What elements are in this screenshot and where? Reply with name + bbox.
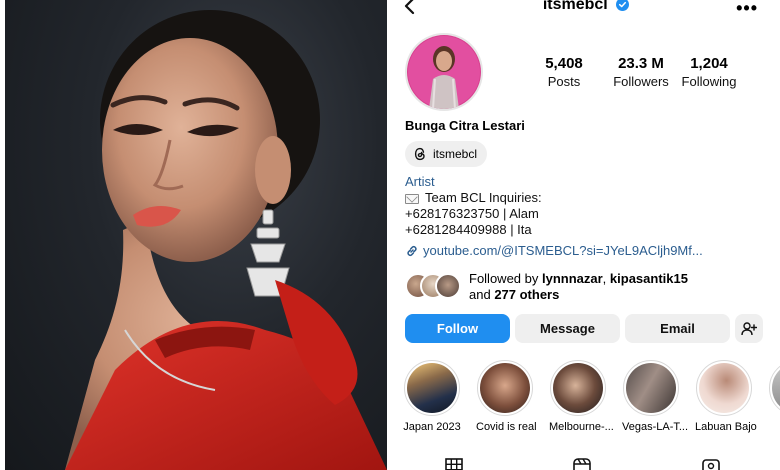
- story-highlight[interactable]: D: [768, 360, 780, 433]
- posts-label: Posts: [547, 74, 581, 89]
- avatar-image: [407, 35, 481, 109]
- top-bar: itsmebcl •••: [392, 0, 780, 18]
- highlight-ring: [477, 360, 533, 416]
- add-user-icon: [741, 321, 757, 335]
- portrait-illustration: [65, 10, 387, 470]
- highlight-cover: [626, 363, 676, 413]
- threads-chip[interactable]: itsmebcl: [405, 141, 488, 167]
- portrait-photo: [5, 0, 387, 470]
- story-highlight[interactable]: Japan 2023: [403, 360, 461, 433]
- story-highlight[interactable]: Covid is real: [476, 360, 537, 433]
- profile-avatar[interactable]: [405, 33, 483, 111]
- profile-link-text[interactable]: youtube.com/@ITSMEBCL?si=JYeL9ACljh9Mf..…: [423, 243, 703, 258]
- bio-line-inquiries: Team BCL Inquiries:: [405, 190, 542, 205]
- stat-following[interactable]: 1,204 Following: [679, 55, 739, 89]
- highlight-ring: [769, 360, 780, 416]
- display-name: Bunga Citra Lestari: [405, 118, 525, 133]
- followers-label: Followers: [613, 74, 669, 89]
- profile-tabs: [392, 455, 780, 470]
- highlight-cover: [772, 363, 780, 413]
- highlight-cover: [407, 363, 457, 413]
- mutual-avatar: [435, 273, 461, 299]
- highlight-ring: [550, 360, 606, 416]
- highlight-label: Labuan Bajo: [695, 421, 757, 433]
- highlight-label: D: [768, 421, 780, 433]
- profile-panel: itsmebcl ••• 5,408 Posts 23.3 M Follower…: [392, 0, 780, 470]
- highlight-label: Covid is real: [476, 421, 537, 433]
- followed-by-prefix: Followed by: [469, 271, 542, 286]
- stat-followers[interactable]: 23.3 M Followers: [604, 55, 678, 89]
- suggested-users-button[interactable]: [735, 314, 763, 343]
- username: itsmebcl: [542, 0, 608, 13]
- highlight-label: Vegas-LA-T...: [622, 421, 689, 433]
- email-button[interactable]: Email: [625, 314, 730, 343]
- stat-posts[interactable]: 5,408 Posts: [540, 55, 588, 89]
- bio-line-phone-ita: +6281284409988 | Ita: [405, 222, 532, 237]
- highlight-label: Japan 2023: [403, 421, 461, 433]
- message-button[interactable]: Message: [515, 314, 620, 343]
- following-label: Following: [681, 74, 737, 89]
- followed-by-text: Followed by lynnnazar, kipasantik15 and …: [469, 271, 688, 303]
- mutual-others-count[interactable]: 277 others: [494, 287, 559, 302]
- followed-by-and: and: [469, 287, 495, 302]
- story-highlight[interactable]: Labuan Bajo: [695, 360, 757, 433]
- username-header: itsmebcl: [392, 0, 780, 14]
- mutual-avatars: [405, 273, 463, 301]
- highlight-label: Melbourne-...: [549, 421, 614, 433]
- mutual-user-2[interactable]: kipasantik15: [610, 271, 688, 286]
- bio-text: Team BCL Inquiries:: [425, 190, 542, 205]
- profile-link[interactable]: youtube.com/@ITSMEBCL?si=JYeL9ACljh9Mf..…: [405, 243, 703, 258]
- grid-icon[interactable]: [445, 458, 463, 470]
- followed-by-separator: ,: [602, 271, 610, 286]
- highlight-ring: [623, 360, 679, 416]
- verified-badge-icon: [616, 0, 630, 12]
- posts-count: 5,408: [545, 55, 583, 72]
- threads-handle: itsmebcl: [433, 147, 478, 161]
- tagged-icon[interactable]: [702, 458, 720, 470]
- threads-icon: [414, 147, 425, 161]
- profile-category: Artist: [405, 174, 435, 189]
- mutual-user-1[interactable]: lynnnazar: [542, 271, 603, 286]
- highlight-ring: [404, 360, 460, 416]
- reels-icon[interactable]: [573, 458, 591, 470]
- highlight-ring: [696, 360, 752, 416]
- followed-by-row[interactable]: Followed by lynnnazar, kipasantik15 and …: [405, 271, 765, 305]
- story-highlight[interactable]: Vegas-LA-T...: [622, 360, 689, 433]
- follow-button[interactable]: Follow: [405, 314, 510, 343]
- followers-count: 23.3 M: [618, 55, 664, 72]
- highlight-cover: [553, 363, 603, 413]
- more-horizontal-icon[interactable]: •••: [736, 0, 758, 19]
- following-count: 1,204: [690, 55, 728, 72]
- story-highlight[interactable]: Melbourne-...: [549, 360, 614, 433]
- portrait-photo-panel: [0, 0, 392, 470]
- highlight-cover: [699, 363, 749, 413]
- bio-line-phone-alam: +628176323750 | Alam: [405, 206, 539, 221]
- link-icon: [407, 245, 417, 256]
- envelope-icon: [405, 193, 419, 204]
- highlight-cover: [480, 363, 530, 413]
